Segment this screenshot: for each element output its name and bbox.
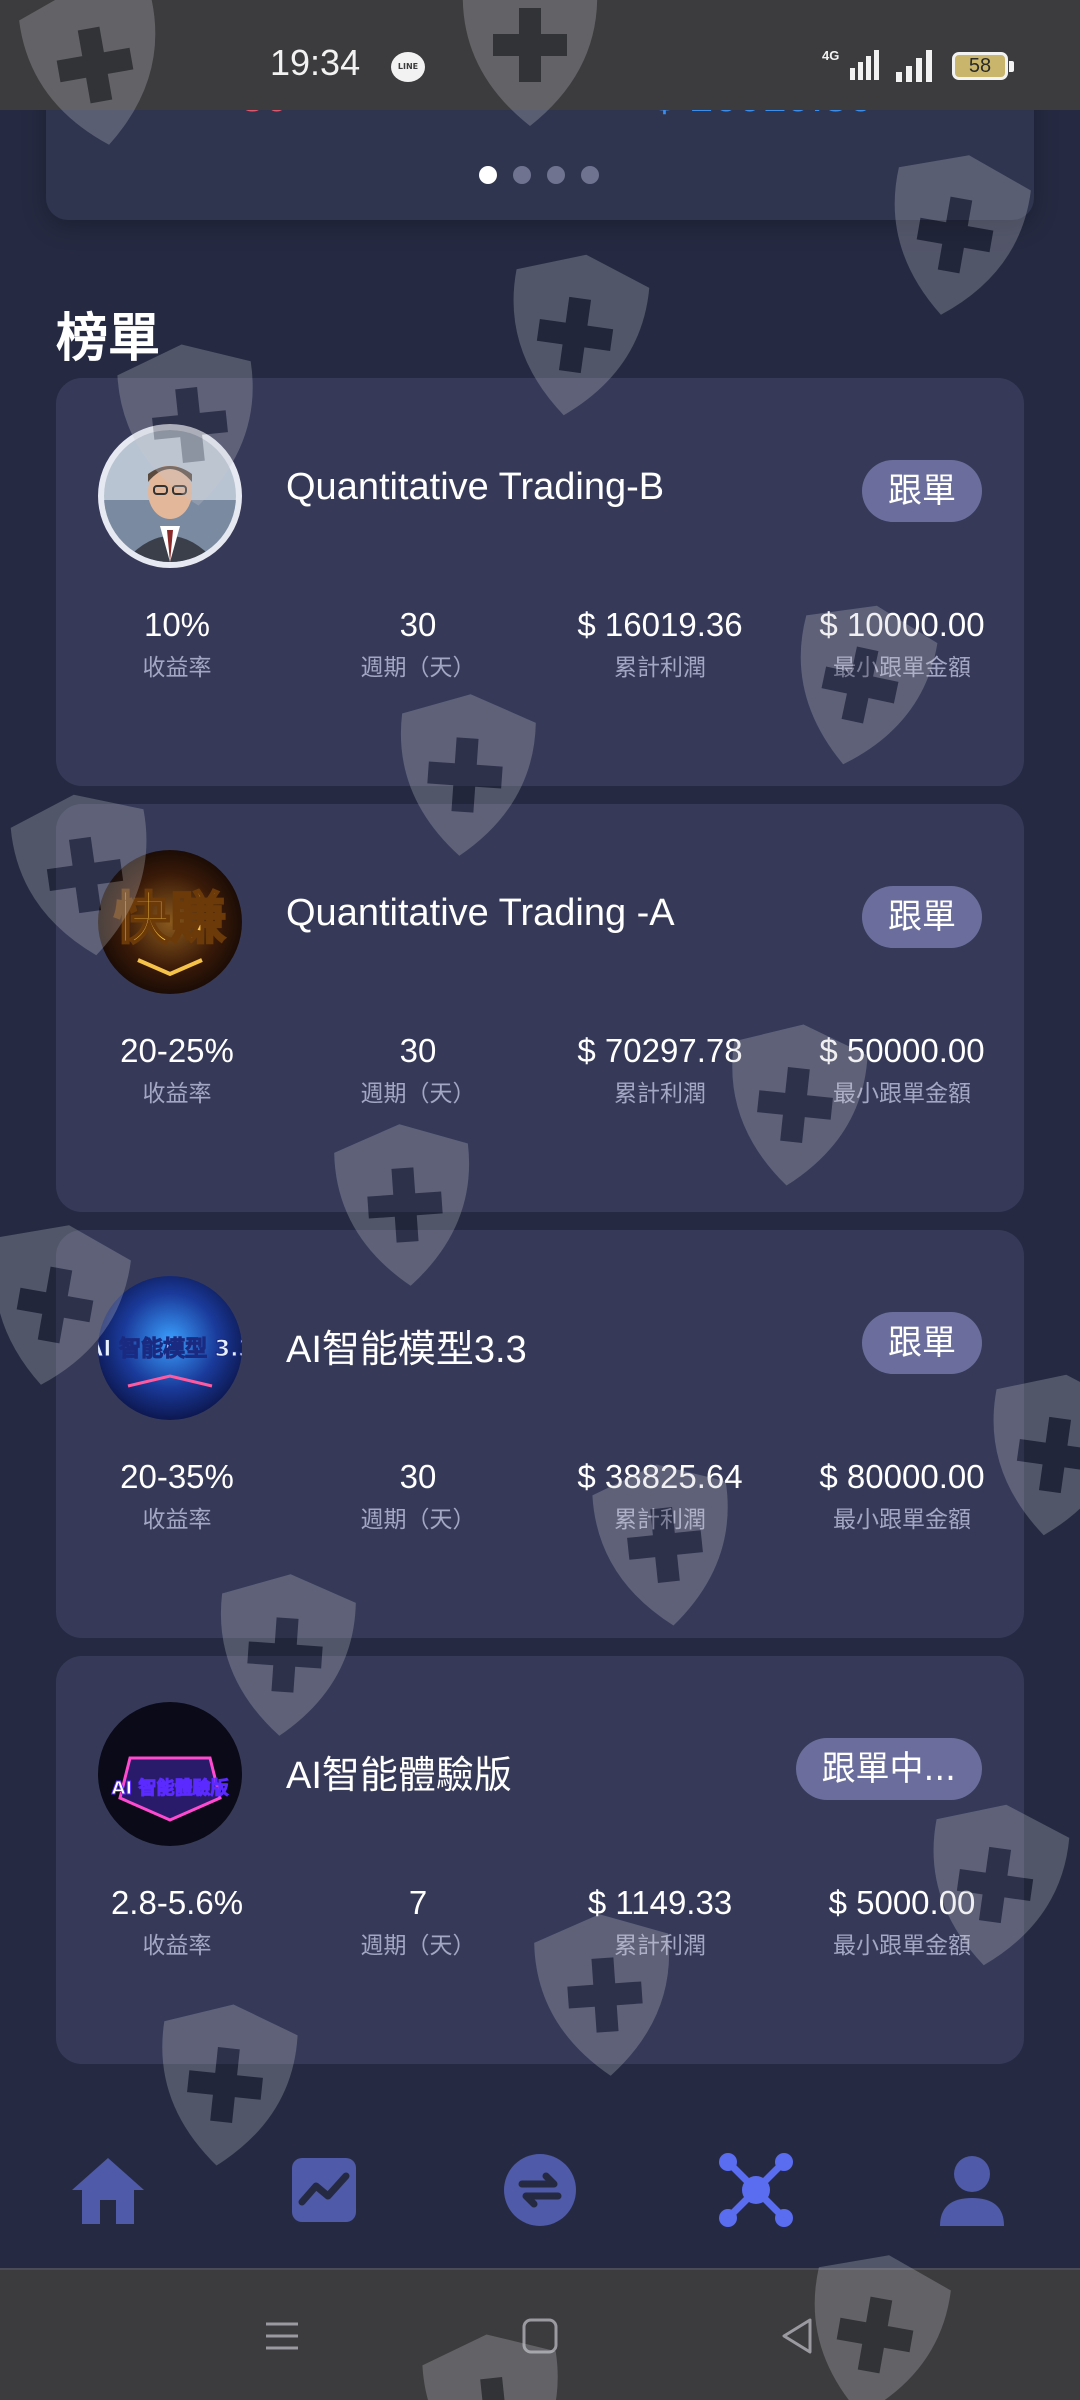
return-rate-stat: 2.8-5.6% 收益率 — [57, 1884, 297, 1960]
stat-label: 最小跟單金額 — [833, 1933, 971, 1959]
stat-label: 週期（天） — [360, 655, 476, 681]
strategy-stats: 20-35% 收益率 30 週期（天） $ 38825.64 累計利潤 $ 80… — [56, 1458, 1024, 1548]
strategy-name: Quantitative Trading -A — [286, 892, 675, 934]
user-icon[interactable] — [932, 2150, 1012, 2230]
cumulative-profit-stat: $ 1149.33 累計利潤 — [540, 1884, 780, 1960]
portrait-avatar — [98, 424, 242, 568]
stat-value: $ 10000.00 — [819, 606, 985, 643]
system-nav-bar — [0, 2270, 1080, 2400]
return-rate-stat: 20-35% 收益率 — [57, 1458, 297, 1534]
stat-value: $ 16019.36 — [577, 606, 743, 643]
carousel-pagination — [479, 166, 599, 184]
ai-model-avatar: AI 智能模型 3.3 — [98, 1276, 242, 1420]
home-icon[interactable] — [68, 2150, 148, 2230]
chart-icon[interactable] — [284, 2150, 364, 2230]
avatar-logo-text: AI 智能模型 3.3 — [98, 1336, 242, 1362]
carousel-dot[interactable] — [479, 166, 497, 184]
stat-label: 累計利潤 — [614, 1081, 706, 1107]
carousel-dot[interactable] — [513, 166, 531, 184]
strategy-card[interactable]: AI 智能模型 3.3 AI智能模型3.3 跟單 20-35% 收益率 30 週… — [56, 1230, 1024, 1638]
carousel-dot[interactable] — [547, 166, 565, 184]
line-app-icon: LINE — [391, 52, 425, 82]
stat-label: 收益率 — [142, 1507, 212, 1533]
stat-value: $ 70297.78 — [577, 1032, 743, 1069]
stat-value: 30 — [399, 1032, 437, 1069]
strategy-name: AI智能體驗版 — [286, 1755, 512, 1797]
stat-value: 2.8-5.6% — [110, 1884, 244, 1921]
battery-icon: 58 — [952, 52, 1014, 80]
stat-label: 收益率 — [142, 1933, 212, 1959]
cycle-stat: 30 週期（天） — [298, 1458, 538, 1534]
stat-label: 收益率 — [142, 655, 212, 681]
stat-value: 30 — [399, 1458, 437, 1495]
stat-value: $ 50000.00 — [819, 1032, 985, 1069]
back-icon[interactable] — [776, 2314, 820, 2358]
network-type-label: 4G — [822, 48, 839, 63]
strategy-card[interactable]: 快賺 Quantitative Trading -A 跟單 20-25% 收益率… — [56, 804, 1024, 1212]
signal-bars-icon — [896, 50, 932, 82]
ai-trial-avatar: AI 智能體驗版 — [98, 1702, 242, 1846]
cycle-stat: 7 週期（天） — [298, 1884, 538, 1960]
stat-label: 週期（天） — [360, 1933, 476, 1959]
stat-value: $ 38825.64 — [577, 1458, 743, 1495]
stat-label: 累計利潤 — [614, 1933, 706, 1959]
stat-value: $ 1149.33 — [587, 1884, 733, 1921]
strategy-card[interactable]: AI 智能體驗版 AI智能體驗版 跟單中... 2.8-5.6% 收益率 7 週… — [56, 1656, 1024, 2064]
return-rate-stat: 10% 收益率 — [57, 606, 297, 682]
avatar-logo-text: 快賺 — [114, 887, 226, 952]
stat-value: $ 80000.00 — [819, 1458, 985, 1495]
strategy-name: AI智能模型3.3 — [286, 1329, 527, 1371]
strategy-stats: 2.8-5.6% 收益率 7 週期（天） $ 1149.33 累計利潤 $ 50… — [56, 1884, 1024, 1974]
return-rate-stat: 20-25% 收益率 — [57, 1032, 297, 1108]
stat-label: 週期（天） — [360, 1081, 476, 1107]
status-time: 19:34 — [270, 42, 361, 83]
stat-label: 累計利潤 — [614, 655, 706, 681]
min-follow-amount-stat: $ 10000.00 最小跟單金額 — [782, 606, 1022, 682]
network-icon[interactable] — [716, 2150, 796, 2230]
status-bar: 19:34 LINE 4G 58 — [0, 0, 1080, 110]
min-follow-amount-stat: $ 5000.00 最小跟單金額 — [782, 1884, 1022, 1960]
following-button[interactable]: 跟單中... — [795, 1738, 982, 1800]
cumulative-profit-stat: $ 70297.78 累計利潤 — [540, 1032, 780, 1108]
min-follow-amount-stat: $ 50000.00 最小跟單金額 — [782, 1032, 1022, 1108]
bottom-nav — [0, 2110, 1080, 2270]
stat-label: 累計利潤 — [614, 1507, 706, 1533]
follow-button[interactable]: 跟單 — [862, 1312, 982, 1374]
stat-value: 20-25% — [120, 1032, 234, 1069]
exchange-icon[interactable] — [500, 2150, 580, 2230]
cumulative-profit-stat: $ 38825.64 累計利潤 — [540, 1458, 780, 1534]
cellular-4g-icon: 4G — [822, 48, 879, 80]
strategy-stats: 20-25% 收益率 30 週期（天） $ 70297.78 累計利潤 $ 50… — [56, 1032, 1024, 1122]
min-follow-amount-stat: $ 80000.00 最小跟單金額 — [782, 1458, 1022, 1534]
home-square-icon[interactable] — [518, 2314, 562, 2358]
cycle-stat: 30 週期（天） — [298, 606, 538, 682]
cumulative-profit-stat: $ 16019.36 累計利潤 — [540, 606, 780, 682]
menu-icon[interactable] — [260, 2314, 304, 2358]
stat-value: 20-35% — [120, 1458, 234, 1495]
strategy-name: Quantitative Trading-B — [286, 466, 665, 508]
stat-value: 10% — [143, 606, 211, 643]
carousel-dot[interactable] — [581, 166, 599, 184]
stat-label: 週期（天） — [360, 1507, 476, 1533]
stat-value: $ 5000.00 — [828, 1884, 976, 1921]
leaderboard-title: 榜單 — [56, 309, 161, 369]
strategy-card[interactable]: Quantitative Trading-B 跟單 10% 收益率 30 週期（… — [56, 378, 1024, 786]
cycle-stat: 30 週期（天） — [298, 1032, 538, 1108]
stat-label: 收益率 — [142, 1081, 212, 1107]
follow-button[interactable]: 跟單 — [862, 460, 982, 522]
stat-label: 最小跟單金額 — [833, 1507, 971, 1533]
stat-label: 最小跟單金額 — [833, 655, 971, 681]
stat-value: 30 — [399, 606, 437, 643]
strategy-stats: 10% 收益率 30 週期（天） $ 16019.36 累計利潤 $ 10000… — [56, 606, 1024, 696]
stat-value: 7 — [408, 1884, 428, 1921]
gold-logo-avatar: 快賺 — [98, 850, 242, 994]
avatar-logo-text: AI 智能體驗版 — [112, 1777, 229, 1799]
follow-button[interactable]: 跟單 — [862, 886, 982, 948]
stat-label: 最小跟單金額 — [833, 1081, 971, 1107]
